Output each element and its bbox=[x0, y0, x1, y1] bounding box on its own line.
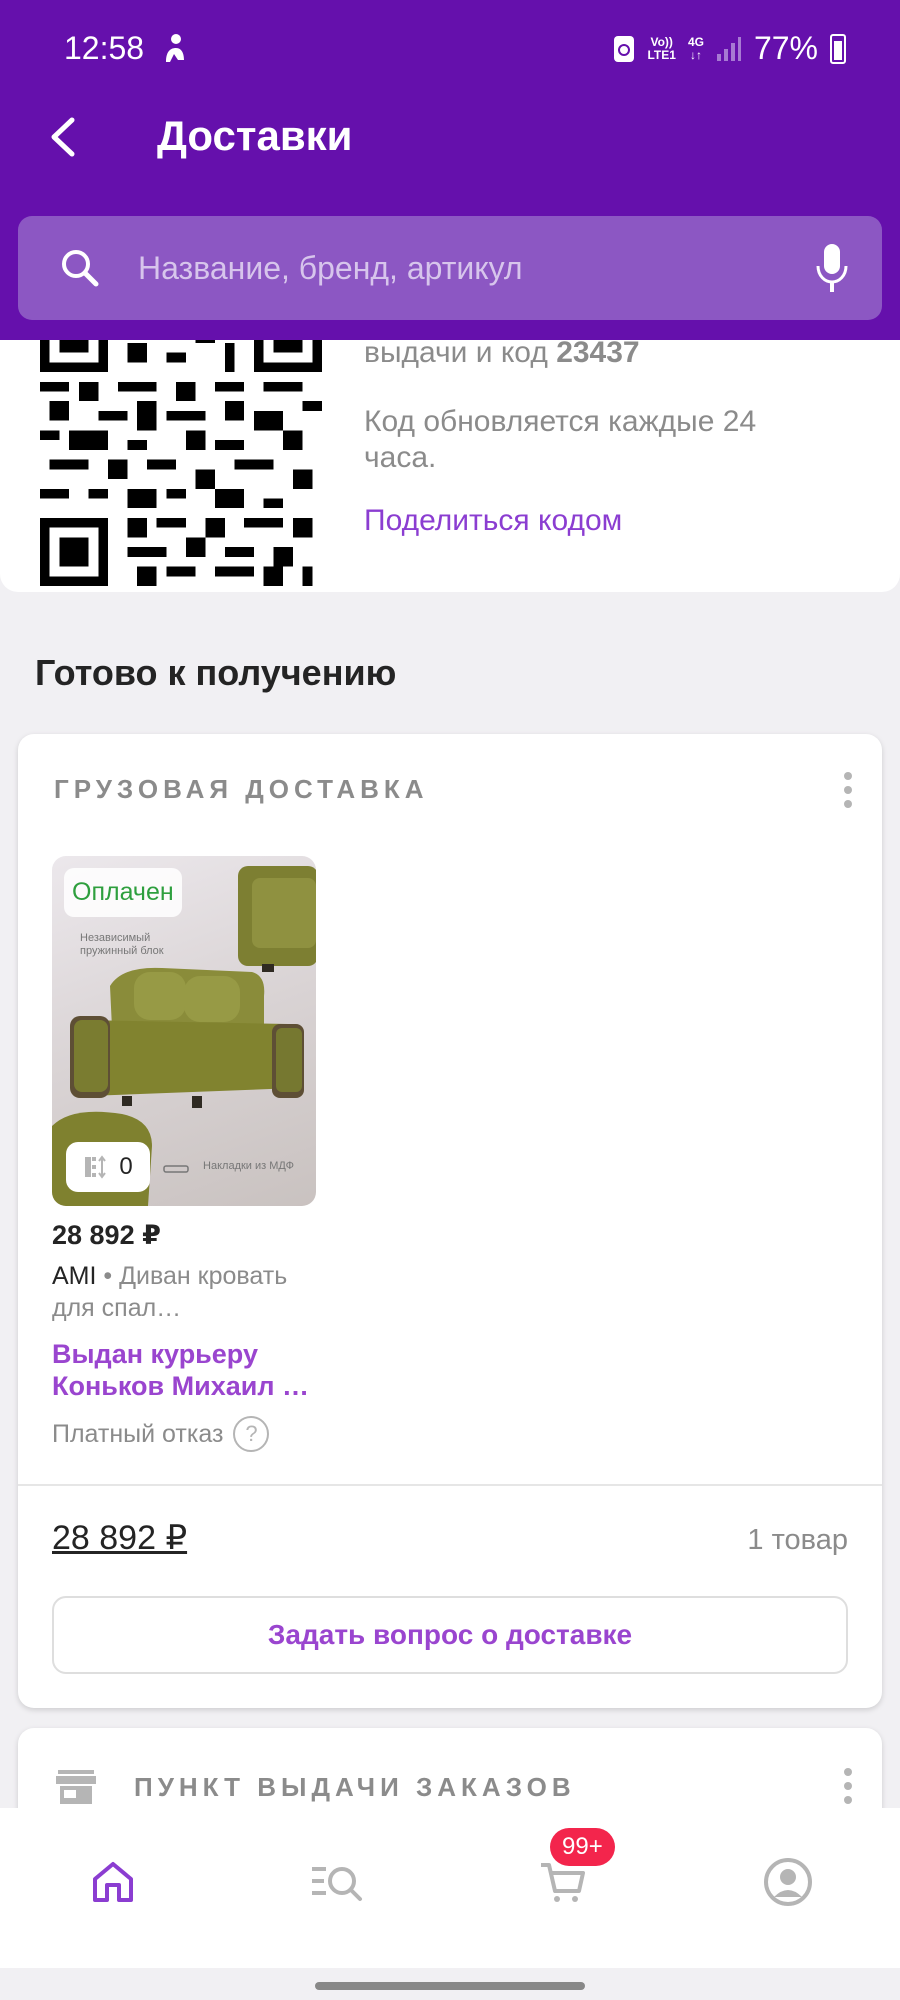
title-row: Доставки bbox=[0, 102, 900, 172]
page-title: Доставки bbox=[157, 112, 353, 159]
network-generation: 4G ↓↑ bbox=[687, 34, 704, 62]
product-image[interactable]: Оплачен Независимый пружинный блок Накла… bbox=[52, 856, 316, 1206]
sync-icon bbox=[614, 35, 635, 62]
search-bar[interactable] bbox=[18, 216, 882, 320]
bottom-navigation: 99+ bbox=[0, 1808, 900, 1968]
paid-badge: Оплачен bbox=[64, 868, 182, 917]
store-icon bbox=[56, 1770, 96, 1804]
pickup-more-menu-icon[interactable] bbox=[840, 1768, 856, 1810]
battery-icon bbox=[830, 33, 846, 64]
ask-delivery-question-button[interactable]: Задать вопрос о доставке bbox=[52, 1596, 848, 1674]
cargo-delivery-card: ГРУЗОВАЯ ДОСТАВКА Оплачен Независимый пр… bbox=[18, 734, 882, 1708]
nav-profile[interactable] bbox=[675, 1808, 900, 1958]
image-caption-spring-block: Независимый пружинный блок bbox=[80, 932, 164, 957]
delivery-status-link[interactable]: Выдан курьеру Коньков Михаил … bbox=[52, 1338, 322, 1402]
size-counter[interactable]: 0 bbox=[66, 1142, 150, 1192]
home-indicator[interactable] bbox=[315, 1982, 585, 1990]
image-caption-mdf: Накладки из МДФ bbox=[203, 1160, 294, 1172]
home-icon bbox=[92, 1862, 133, 1902]
share-code-link[interactable]: Поделиться кодом bbox=[364, 504, 622, 538]
gesture-bar bbox=[0, 1968, 900, 2000]
product-brand: AMI bbox=[52, 1262, 97, 1290]
cart-count-badge: 99+ bbox=[550, 1828, 615, 1866]
search-input[interactable] bbox=[138, 242, 778, 294]
paid-refusal: Платный отказ ? bbox=[52, 1416, 270, 1452]
code-update-note: Код обновляется каждые 24 часа. bbox=[364, 405, 757, 474]
sort-size-icon bbox=[85, 1155, 107, 1179]
battery-percent: 77% bbox=[753, 30, 818, 66]
network-type: Vo)) LTE1 bbox=[647, 34, 676, 62]
cargo-more-menu-icon[interactable] bbox=[840, 772, 856, 814]
microphone-icon[interactable] bbox=[812, 242, 852, 294]
ready-section-title: Готово к получению bbox=[35, 652, 397, 693]
divider bbox=[18, 1484, 882, 1486]
help-icon[interactable]: ? bbox=[233, 1416, 270, 1452]
pickup-code-text: выдачи и код 23437 bbox=[364, 340, 640, 370]
size-counter-value: 0 bbox=[119, 1153, 133, 1180]
order-total[interactable]: 28 892 ₽ bbox=[52, 1518, 187, 1558]
status-time: 12:58 bbox=[64, 30, 145, 66]
signal-icon bbox=[716, 36, 741, 61]
product-price: 28 892 ₽ bbox=[52, 1220, 161, 1250]
pickup-code: 23437 bbox=[556, 340, 640, 369]
nav-catalog[interactable] bbox=[225, 1808, 450, 1958]
notification-person-icon bbox=[166, 34, 184, 62]
paid-refusal-label: Платный отказ bbox=[52, 1419, 224, 1448]
qr-code bbox=[40, 340, 322, 586]
profile-icon bbox=[763, 1858, 812, 1906]
pickup-code-card: выдачи и код 23437 Код обновляется кажды… bbox=[0, 340, 900, 592]
product-title[interactable]: AMI • Диван кровать для спал… bbox=[52, 1260, 322, 1324]
catalog-search-icon bbox=[311, 1867, 362, 1901]
status-bar: 12:58 Vo)) LTE1 4G ↓↑ 77% bbox=[0, 28, 900, 72]
items-count: 1 товар bbox=[747, 1524, 848, 1556]
cargo-delivery-label: ГРУЗОВАЯ ДОСТАВКА bbox=[54, 774, 429, 804]
pickup-point-label: ПУНКТ ВЫДАЧИ ЗАКАЗОВ bbox=[134, 1772, 576, 1802]
nav-home[interactable] bbox=[0, 1808, 225, 1958]
search-icon bbox=[62, 250, 99, 287]
app-header: 12:58 Vo)) LTE1 4G ↓↑ 77% Доставки Назва… bbox=[0, 0, 900, 340]
back-arrow-icon[interactable] bbox=[40, 110, 90, 164]
status-icons: Vo)) LTE1 4G ↓↑ 77% bbox=[613, 30, 846, 67]
